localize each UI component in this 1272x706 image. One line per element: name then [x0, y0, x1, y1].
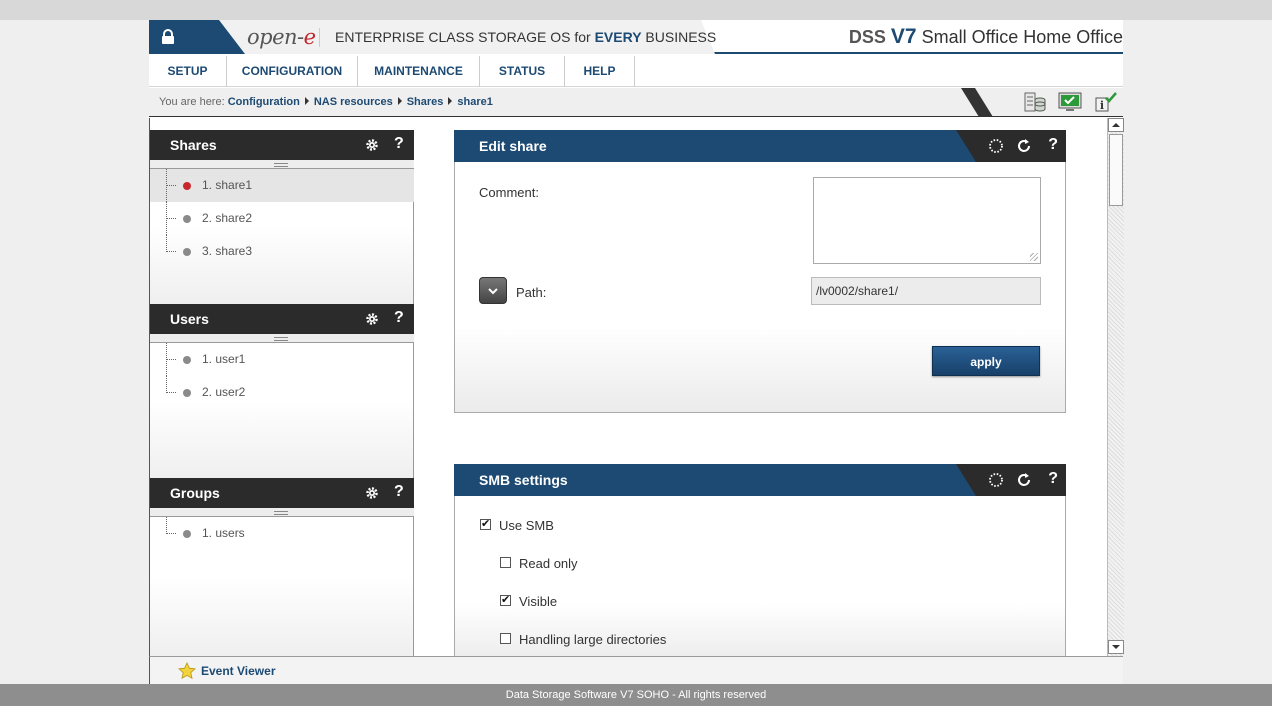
status-dot-icon [183, 248, 191, 256]
groups-panel: Groups ? 1. users [150, 478, 414, 656]
gear-icon[interactable] [365, 312, 379, 326]
scroll-down-button[interactable] [1108, 640, 1124, 654]
info-check-icon[interactable]: i [1093, 90, 1117, 114]
tagline: ENTERPRISE CLASS STORAGE OS for EVERY BU… [335, 29, 717, 45]
menu-maintenance[interactable]: MAINTENANCE [358, 56, 480, 87]
breadcrumb-nas-resources[interactable]: NAS resources [314, 96, 393, 108]
arrow-down-icon [1112, 645, 1120, 649]
star-icon [178, 662, 196, 679]
event-viewer-bar[interactable]: Event Viewer [149, 656, 1123, 684]
smb-settings-panel: SMB settings ? Use SMB Read only Visible… [454, 464, 1066, 664]
path-expand-button[interactable] [479, 277, 507, 304]
shares-panel-header: Shares ? [150, 130, 414, 169]
breadcrumb-shares[interactable]: Shares [407, 96, 444, 108]
chevron-down-icon [488, 288, 498, 295]
product-name: DSS V7 Small Office Home Office [848, 25, 1123, 48]
content-area: Shares ? 1. share1 2. share2 3. share3 U… [149, 118, 1124, 664]
breadcrumb-arrow-icon [304, 97, 309, 105]
status-dot-icon [183, 530, 191, 538]
menu-configuration[interactable]: CONFIGURATION [227, 56, 358, 87]
main-menu: SETUP CONFIGURATION MAINTENANCE STATUS H… [149, 56, 1123, 87]
edit-share-panel: Edit share ? Comment: Path: /lv0002/shar… [454, 130, 1066, 413]
breadcrumb-configuration[interactable]: Configuration [228, 96, 300, 108]
spinner-icon[interactable] [988, 472, 1004, 488]
visible-label: Visible [519, 594, 558, 609]
large-directories-checkbox[interactable] [500, 633, 511, 644]
header: open-e ENTERPRISE CLASS STORAGE OS for E… [149, 20, 1123, 54]
help-icon[interactable]: ? [394, 309, 404, 327]
scroll-up-button[interactable] [1108, 118, 1124, 132]
groups-tree: 1. users [150, 517, 414, 550]
tree-item-user1[interactable]: 1. user1 [150, 343, 414, 376]
breadcrumb-wedge [961, 88, 993, 117]
footer: Data Storage Software V7 SOHO - All righ… [0, 684, 1272, 706]
status-dot-icon [183, 215, 191, 223]
breadcrumb-arrow-icon [448, 97, 453, 105]
status-dot-icon [183, 389, 191, 397]
use-smb-checkbox[interactable] [480, 517, 491, 530]
breadcrumb-prefix: You are here: [159, 96, 225, 108]
tree-item-users-group[interactable]: 1. users [150, 517, 414, 550]
panel-resize-grip[interactable] [274, 337, 288, 341]
storage-db-icon[interactable] [1023, 90, 1047, 114]
status-dot-icon [183, 356, 191, 364]
refresh-icon[interactable] [1016, 138, 1032, 154]
comment-label: Comment: [479, 185, 539, 200]
comment-textarea[interactable] [813, 177, 1041, 264]
tree-item-user2[interactable]: 2. user2 [150, 376, 414, 409]
breadcrumb-arrow-icon [397, 97, 402, 105]
groups-panel-header: Groups ? [150, 478, 414, 517]
status-dot-icon [183, 182, 191, 190]
panel-resize-grip[interactable] [274, 511, 288, 515]
groups-panel-title: Groups [170, 485, 220, 501]
shares-panel: Shares ? 1. share1 2. share2 3. share3 [150, 130, 414, 304]
users-panel-header: Users ? [150, 304, 414, 343]
gear-icon[interactable] [365, 486, 379, 500]
help-icon[interactable]: ? [1048, 136, 1058, 154]
use-smb-label: Use SMB [499, 518, 554, 533]
visible-checkbox[interactable] [500, 593, 511, 606]
app-frame: open-e ENTERPRISE CLASS STORAGE OS for E… [149, 20, 1124, 684]
large-directories-label: Handling large directories [519, 632, 667, 647]
users-panel-title: Users [170, 311, 209, 327]
event-viewer-label[interactable]: Event Viewer [201, 664, 275, 678]
tree-item-share1[interactable]: 1. share1 [150, 169, 414, 202]
users-panel: Users ? 1. user1 2. user2 [150, 304, 414, 478]
top-strip [0, 0, 1272, 20]
help-icon[interactable]: ? [394, 483, 404, 501]
read-only-label: Read only [519, 556, 578, 571]
tree-item-share3[interactable]: 3. share3 [150, 235, 414, 268]
menu-help[interactable]: HELP [565, 56, 635, 87]
smb-settings-title: SMB settings [479, 472, 568, 488]
menu-setup[interactable]: SETUP [149, 56, 227, 87]
edit-share-header: Edit share ? [454, 130, 1066, 162]
scrollbar[interactable] [1107, 118, 1124, 656]
breadcrumb: You are here: Configuration NAS resources… [149, 88, 1123, 117]
help-icon[interactable]: ? [394, 135, 404, 153]
path-label: Path: [516, 285, 547, 300]
edit-share-title: Edit share [479, 138, 547, 154]
arrow-up-icon [1112, 123, 1120, 127]
path-input[interactable]: /lv0002/share1/ [811, 277, 1041, 305]
spinner-icon[interactable] [988, 138, 1004, 154]
lock-icon [162, 29, 174, 44]
read-only-checkbox[interactable] [500, 557, 511, 568]
smb-settings-header: SMB settings ? [454, 464, 1066, 496]
svg-text:i: i [1100, 99, 1104, 112]
users-tree: 1. user1 2. user2 [150, 343, 414, 409]
help-icon[interactable]: ? [1048, 470, 1058, 488]
menu-status[interactable]: STATUS [480, 56, 565, 87]
panel-resize-grip[interactable] [274, 163, 288, 167]
shares-tree: 1. share1 2. share2 3. share3 [150, 169, 414, 268]
scroll-thumb[interactable] [1109, 134, 1123, 206]
apply-button[interactable]: apply [932, 346, 1040, 376]
open-e-logo: open-e [247, 25, 316, 49]
refresh-icon[interactable] [1016, 472, 1032, 488]
breadcrumb-share1[interactable]: share1 [457, 96, 492, 108]
header-divider [319, 28, 320, 47]
gear-icon[interactable] [365, 138, 379, 152]
shares-panel-title: Shares [170, 137, 217, 153]
monitor-icon[interactable] [1058, 90, 1082, 114]
tree-item-share2[interactable]: 2. share2 [150, 202, 414, 235]
